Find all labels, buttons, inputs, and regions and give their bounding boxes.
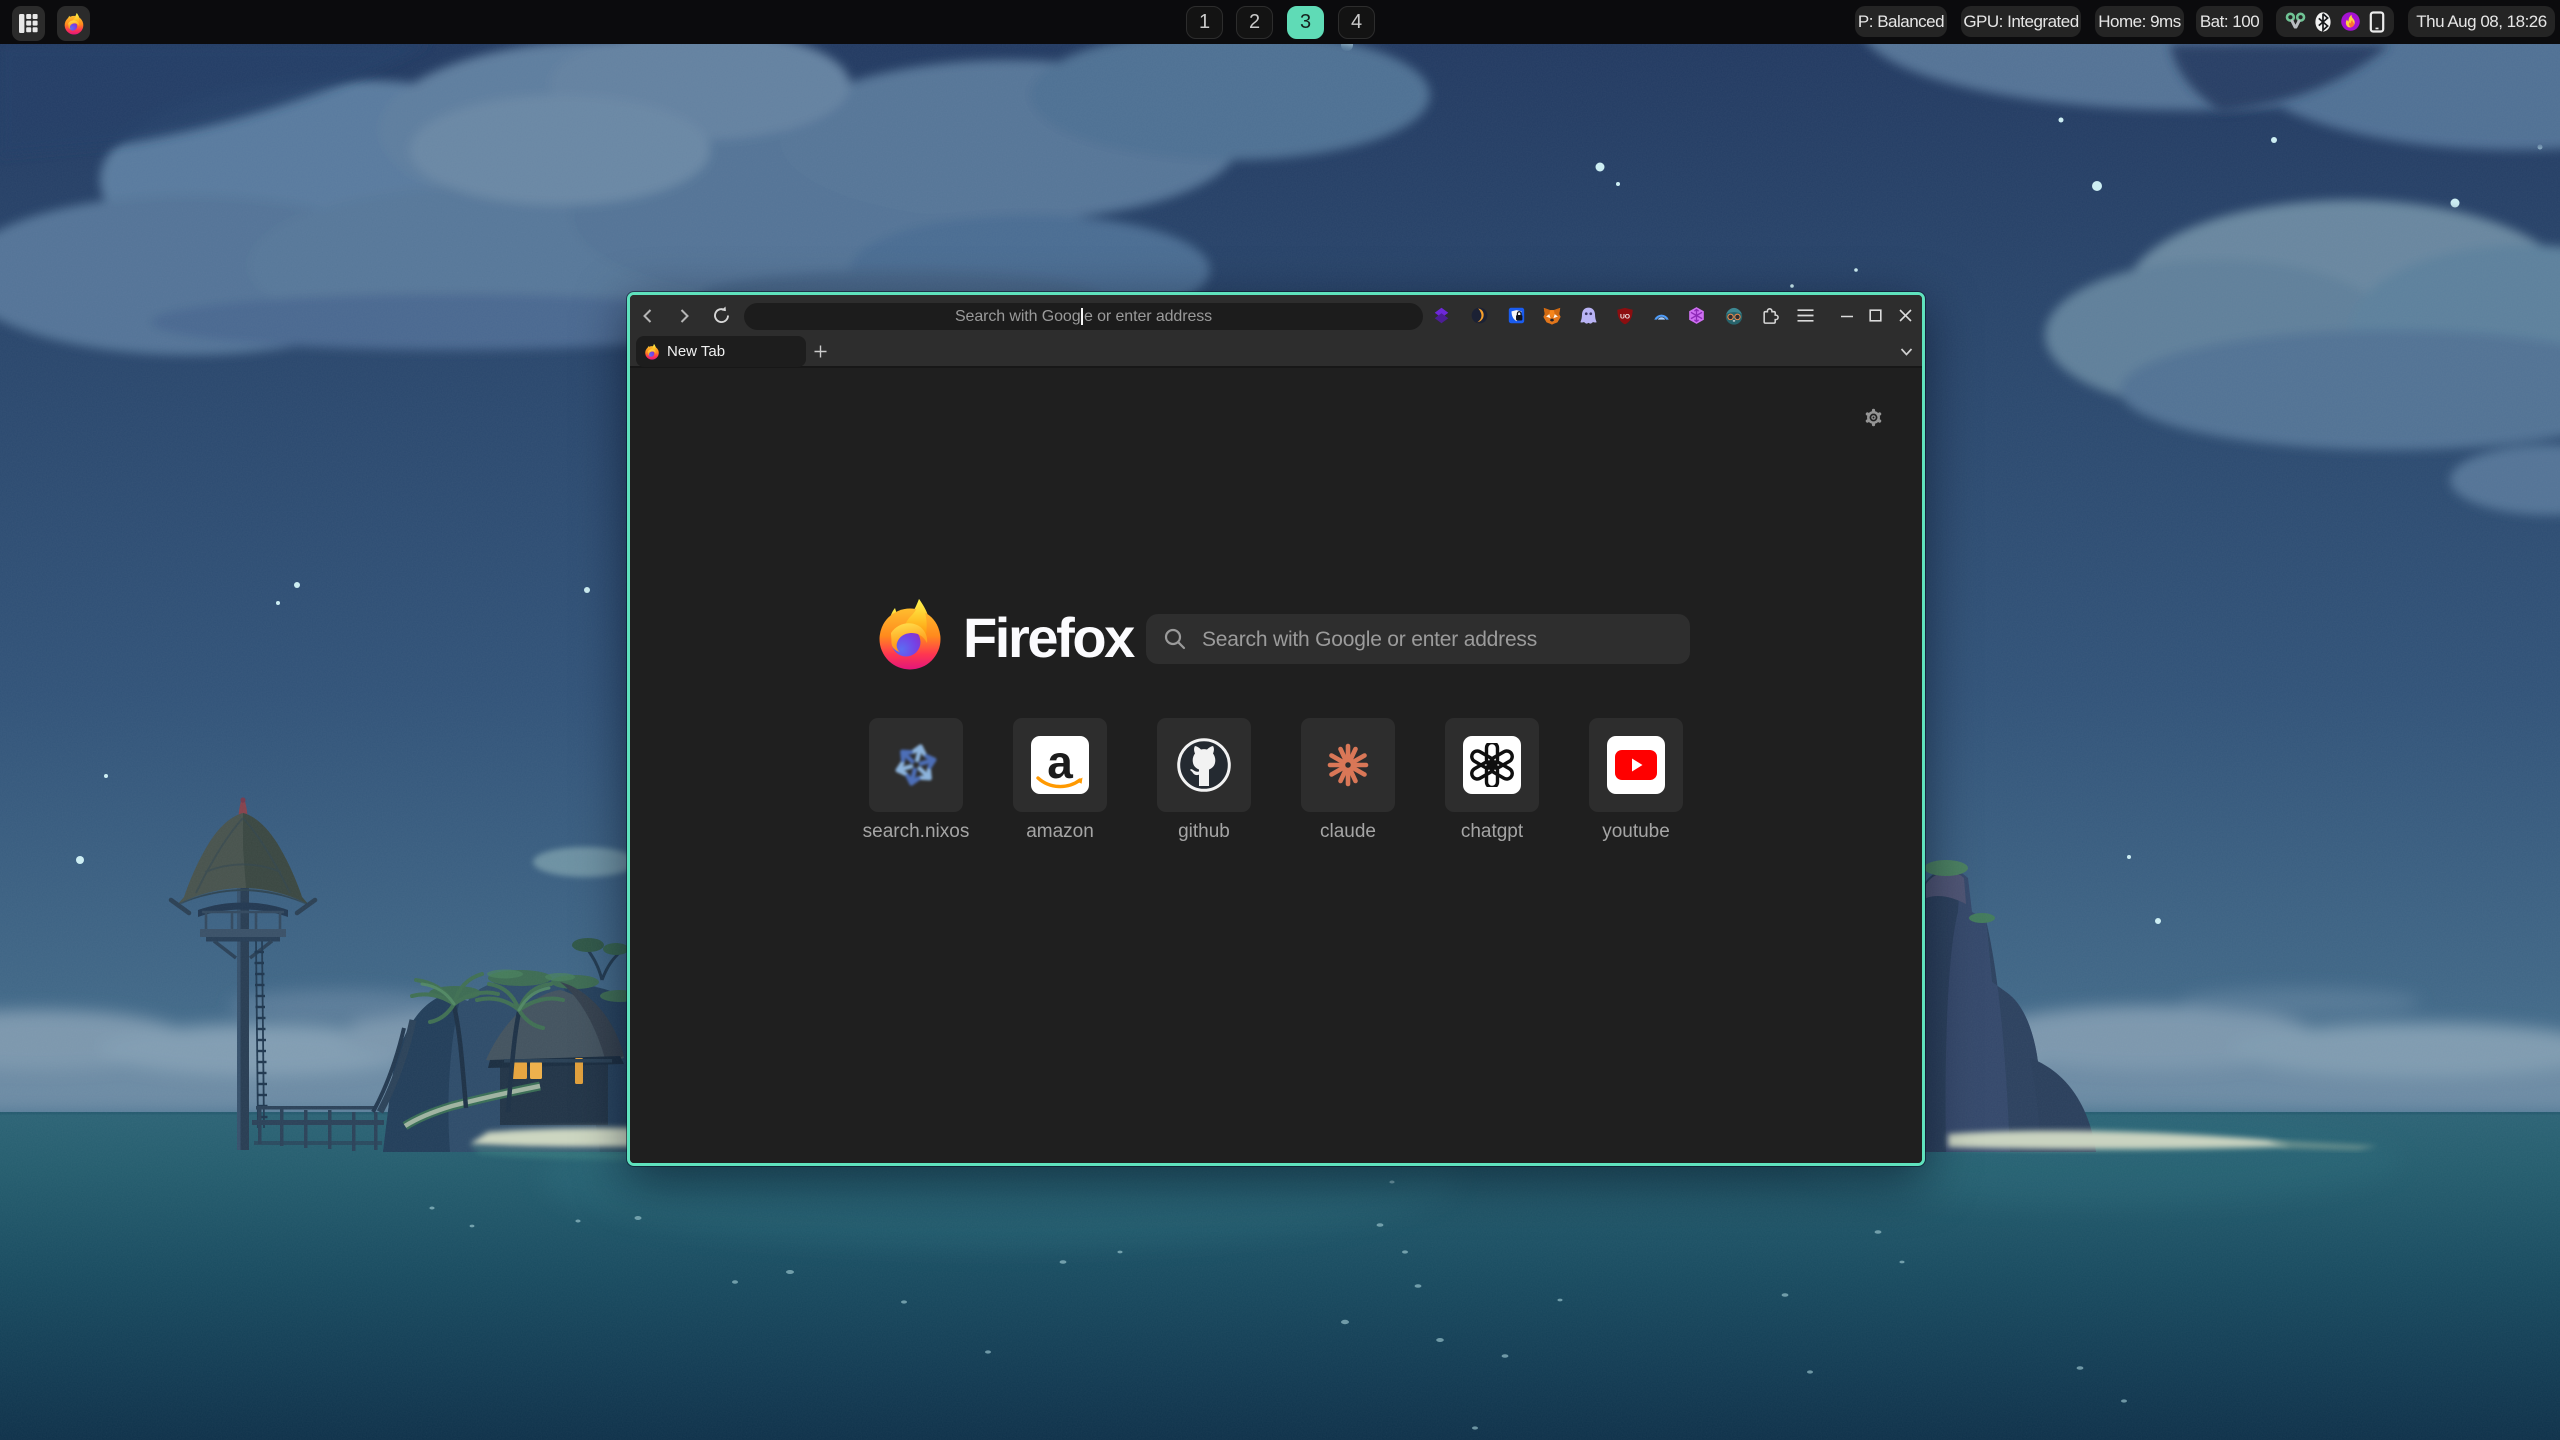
- svg-text:UO: UO: [1620, 313, 1630, 320]
